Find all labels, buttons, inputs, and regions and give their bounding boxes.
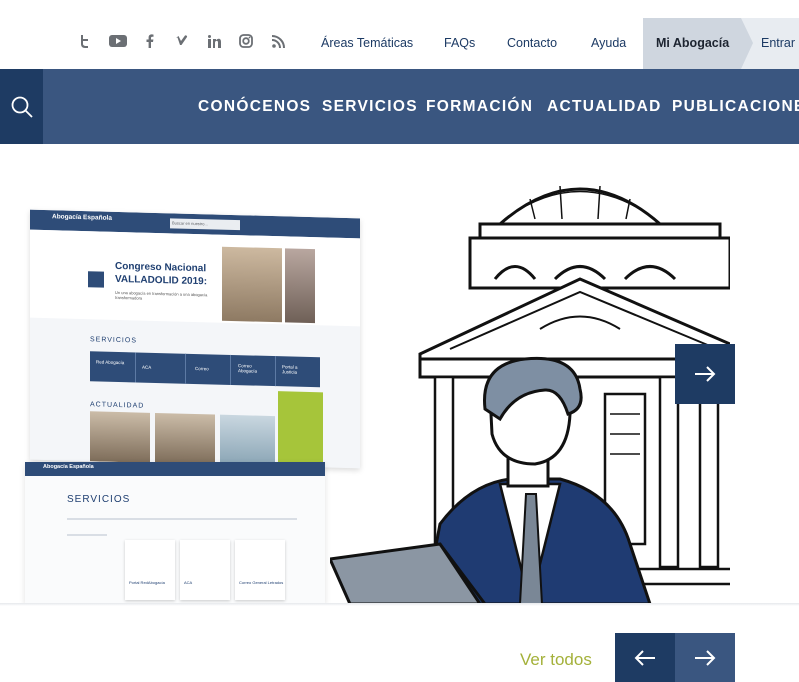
facebook-icon[interactable] <box>134 30 166 52</box>
mi-abogacia-arrow <box>741 18 753 69</box>
mockup-title: Congreso Nacional VALLADOLID 2019: <box>115 260 207 288</box>
mockup-photo-2 <box>285 248 315 324</box>
nav-publicaciones[interactable]: PUBLICACIONES <box>672 98 799 116</box>
mockup-logo: Abogacía Española <box>43 464 94 470</box>
mockup-green-card <box>278 391 323 468</box>
mockup-card-label: Correo General Letrados <box>239 580 284 585</box>
mockup-service-card: ACA <box>180 540 230 600</box>
mockup-service: Red Abogacía <box>96 359 125 366</box>
website-mockup-2: Abogacía Española SERVICIOS Portal RedAb… <box>25 462 325 604</box>
mockup-service: Correo <box>195 366 209 372</box>
mockup-servicios: SERVICIOS <box>67 494 131 505</box>
link-contacto[interactable]: Contacto <box>507 36 557 50</box>
nav-formacion[interactable]: FORMACIÓN <box>426 98 533 116</box>
mockup-title-line2: VALLADOLID 2019: <box>115 273 208 288</box>
mockup-service: Portal a Justicia <box>282 364 298 375</box>
entrar-label: Entrar <box>761 36 796 50</box>
hero-next-button[interactable] <box>675 344 735 404</box>
link-faqs[interactable]: FAQs <box>444 36 475 50</box>
arrow-right-icon <box>695 649 716 666</box>
mockup-services-row: Red Abogacía ACA Correo Correo Abogacía … <box>90 351 320 388</box>
mockup-arrow <box>88 271 104 288</box>
mockup-actualidad: ACTUALIDAD <box>90 401 145 410</box>
arrow-left-icon <box>634 649 655 666</box>
nav-actualidad[interactable]: ACTUALIDAD <box>547 98 662 116</box>
ver-todos-link[interactable]: Ver todos <box>520 650 592 670</box>
instagram-icon[interactable] <box>230 30 262 52</box>
mockup-photo <box>222 246 282 323</box>
mockup-divider <box>230 354 231 385</box>
nav-servicios[interactable]: SERVICIOS <box>322 98 418 116</box>
link-areas-tematicas[interactable]: Áreas Temáticas <box>321 36 413 50</box>
mockup-card-label: ACA <box>184 580 193 585</box>
nav-conocenos[interactable]: CONÓCENOS <box>198 98 311 116</box>
mockup-service: ACA <box>142 364 152 370</box>
mockup-search: Buscar en nuestro... <box>170 218 240 231</box>
mockup-news-image <box>155 412 215 465</box>
link-ayuda[interactable]: Ayuda <box>591 36 626 50</box>
mockup-service-card: Portal RedAbogacía <box>125 540 175 600</box>
website-mockup-1: Abogacía Española Buscar en nuestro... C… <box>30 209 360 469</box>
arrow-right-icon <box>695 366 716 382</box>
mockup-news-image <box>90 411 150 463</box>
hero-slider: Abogacía Española Buscar en nuestro... C… <box>0 144 799 604</box>
mockup-servicios: SERVICIOS <box>90 336 137 345</box>
mockup-news-image <box>220 414 275 467</box>
main-nav: CONÓCENOS SERVICIOS FORMACIÓN ACTUALIDAD… <box>0 69 799 144</box>
twitter-icon[interactable] <box>70 30 102 52</box>
youtube-icon[interactable] <box>102 30 134 52</box>
mockup-hero: Congreso Nacional VALLADOLID 2019: Un un… <box>30 229 360 327</box>
carousel-next-button[interactable] <box>675 633 735 682</box>
mockup-subtitle: Un una abogacía en transformación a una … <box>115 289 208 301</box>
vimeo-icon[interactable] <box>166 30 198 52</box>
hero-divider <box>0 603 799 606</box>
mi-abogacia-label: Mi Abogacía <box>656 36 730 50</box>
mockup-divider <box>67 534 107 536</box>
mockup-service: Correo Abogacía <box>238 363 258 374</box>
mockup-divider <box>185 353 186 384</box>
top-bar: Áreas Temáticas FAQs Contacto Ayuda Mi A… <box>0 0 799 69</box>
mockup-card-label: Portal RedAbogacía <box>129 580 165 585</box>
mockup-divider <box>135 352 136 383</box>
social-links <box>70 30 294 52</box>
search-button[interactable] <box>0 69 43 144</box>
mockup-divider <box>67 518 297 520</box>
mi-abogacia-tab[interactable]: Mi Abogacía <box>643 18 741 69</box>
search-icon <box>11 96 33 118</box>
mockup-divider <box>275 356 276 387</box>
mockup-service-card: Correo General Letrados <box>235 540 285 600</box>
rss-icon[interactable] <box>262 30 294 52</box>
linkedin-icon[interactable] <box>198 30 230 52</box>
lawyer-illustration <box>330 185 730 604</box>
carousel-prev-button[interactable] <box>615 633 675 682</box>
